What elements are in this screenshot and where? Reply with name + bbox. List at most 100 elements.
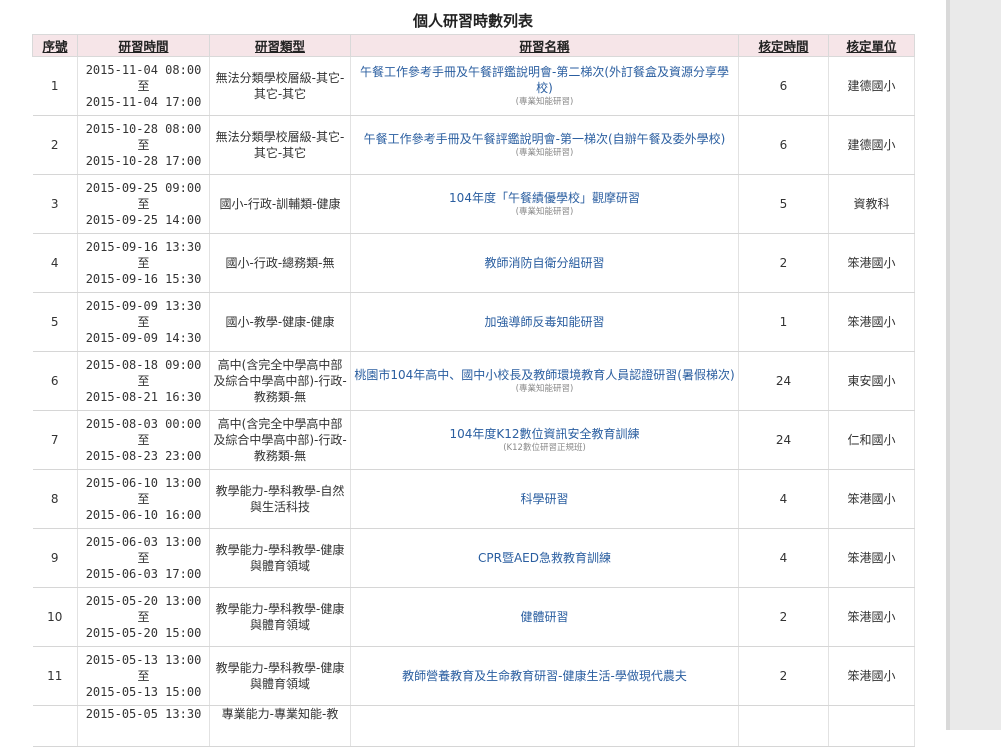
course-type-label: (專業知能研習) <box>515 207 574 217</box>
row-hours: 2 <box>738 646 829 706</box>
row-category: 國小-行政-總務類-無 <box>209 233 351 293</box>
course-name-link[interactable]: 104年度「午餐績優學校」觀摩研習 <box>354 190 735 206</box>
time-separator: 至 <box>137 610 150 624</box>
time-end: 2015-09-16 15:30 <box>85 272 202 286</box>
row-time: 2015-05-05 13:30 <box>77 705 210 747</box>
row-course <box>350 705 739 747</box>
row-category: 高中(含完全中學高中部及綜合中學高中部)-行政-教務類-無 <box>209 410 351 470</box>
row-time: 2015-08-03 00:00 至 2015-08-23 23:00 <box>77 410 210 470</box>
time-separator: 至 <box>137 138 150 152</box>
row-course: 加強導師反毒知能研習 <box>350 292 739 352</box>
time-start: 2015-05-20 13:00 <box>85 594 202 608</box>
time-start: 2015-06-03 13:00 <box>85 535 202 549</box>
time-end: 2015-05-13 15:00 <box>85 685 202 699</box>
column-header-time[interactable]: 研習時間 <box>77 34 210 57</box>
row-category: 無法分類學校層級-其它-其它-其它 <box>209 115 351 175</box>
row-unit: 笨港國小 <box>828 292 915 352</box>
time-start: 2015-09-09 13:30 <box>85 299 202 313</box>
row-unit: 建德國小 <box>828 56 915 116</box>
row-course: 健體研習 <box>350 587 739 647</box>
course-name-link[interactable]: 教師消防自衛分組研習 <box>354 255 735 271</box>
table-row: 11 2015-05-13 13:00 至 2015-05-13 15:00 教學能力-… <box>32 646 915 706</box>
row-seq: 3 <box>32 174 78 234</box>
row-category: 教學能力-學科教學-健康與體育領域 <box>209 646 351 706</box>
row-unit: 東安國小 <box>828 351 915 411</box>
row-course: 104年度「午餐績優學校」觀摩研習 (專業知能研習) <box>350 174 739 234</box>
course-name-link[interactable]: 104年度K12數位資訊安全教育訓練 <box>354 426 735 442</box>
time-start: 2015-06-10 13:00 <box>85 476 202 490</box>
row-unit: 仁和國小 <box>828 410 915 470</box>
column-header-unit[interactable]: 核定單位 <box>828 34 915 57</box>
row-course: 科學研習 <box>350 469 739 529</box>
time-separator: 至 <box>137 79 150 93</box>
row-unit <box>828 705 915 747</box>
course-name-link[interactable]: 桃園市104年高中、國中小校長及教師環境教育人員認證研習(暑假梯次) <box>354 367 735 383</box>
row-seq: 10 <box>32 587 78 647</box>
time-start: 2015-09-25 09:00 <box>85 181 202 195</box>
row-seq: 1 <box>32 56 78 116</box>
time-separator: 至 <box>137 433 150 447</box>
time-end: 2015-09-25 14:00 <box>85 213 202 227</box>
table-row: 2015-05-05 13:30 專業能力-專業知能-教 <box>32 705 915 747</box>
training-hours-table: 序號 研習時間 研習類型 研習名稱 核定時間 核定單位 1 2015-11-04 … <box>32 34 915 747</box>
table-header-row: 序號 研習時間 研習類型 研習名稱 核定時間 核定單位 <box>32 34 915 57</box>
time-end: 2015-08-23 23:00 <box>85 449 202 463</box>
time-start: 2015-05-13 13:00 <box>85 653 202 667</box>
row-seq: 7 <box>32 410 78 470</box>
time-start: 2015-05-05 13:30 <box>85 707 202 721</box>
column-header-name[interactable]: 研習名稱 <box>350 34 739 57</box>
row-time: 2015-09-16 13:30 至 2015-09-16 15:30 <box>77 233 210 293</box>
table-row: 2 2015-10-28 08:00 至 2015-10-28 17:00 無法分類學校… <box>32 115 915 175</box>
row-course: CPR暨AED急救教育訓練 <box>350 528 739 588</box>
column-header-category[interactable]: 研習類型 <box>209 34 351 57</box>
row-time: 2015-06-10 13:00 至 2015-06-10 16:00 <box>77 469 210 529</box>
row-unit: 笨港國小 <box>828 646 915 706</box>
time-separator: 至 <box>137 315 150 329</box>
row-time: 2015-05-13 13:00 至 2015-05-13 15:00 <box>77 646 210 706</box>
row-seq <box>32 705 78 747</box>
row-hours <box>738 705 829 747</box>
time-separator: 至 <box>137 374 150 388</box>
row-time: 2015-09-09 13:30 至 2015-09-09 14:30 <box>77 292 210 352</box>
time-start: 2015-11-04 08:00 <box>85 63 202 77</box>
row-course: 桃園市104年高中、國中小校長及教師環境教育人員認證研習(暑假梯次) (專業知能研… <box>350 351 739 411</box>
row-time: 2015-11-04 08:00 至 2015-11-04 17:00 <box>77 56 210 116</box>
table-row: 9 2015-06-03 13:00 至 2015-06-03 17:00 教學能力-學… <box>32 528 915 588</box>
row-category: 教學能力-學科教學-自然與生活科技 <box>209 469 351 529</box>
row-course: 104年度K12數位資訊安全教育訓練 (K12數位研習正規班) <box>350 410 739 470</box>
course-name-link[interactable]: 健體研習 <box>354 609 735 625</box>
row-unit: 笨港國小 <box>828 469 915 529</box>
row-course: 午餐工作參考手冊及午餐評鑑說明會-第一梯次(自辦午餐及委外學校) (專業知能研習) <box>350 115 739 175</box>
time-start: 2015-10-28 08:00 <box>85 122 202 136</box>
column-header-seq[interactable]: 序號 <box>32 34 78 57</box>
row-hours: 24 <box>738 351 829 411</box>
row-category: 國小-教學-健康-健康 <box>209 292 351 352</box>
time-end: 2015-06-03 17:00 <box>85 567 202 581</box>
row-course: 教師消防自衛分組研習 <box>350 233 739 293</box>
course-name-link[interactable]: 科學研習 <box>354 491 735 507</box>
time-start: 2015-08-18 09:00 <box>85 358 202 372</box>
row-category: 無法分類學校層級-其它-其它-其它 <box>209 56 351 116</box>
scrollbar-edge[interactable] <box>946 0 950 730</box>
page-title: 個人研習時數列表 <box>412 12 533 30</box>
time-end: 2015-10-28 17:00 <box>85 154 202 168</box>
window-right-gutter <box>946 0 1001 730</box>
time-separator: 至 <box>137 197 150 211</box>
time-start: 2015-08-03 00:00 <box>85 417 202 431</box>
row-category: 高中(含完全中學高中部及綜合中學高中部)-行政-教務類-無 <box>209 351 351 411</box>
course-name-link[interactable]: 教師營養教育及生命教育研習-健康生活-學做現代農夫 <box>354 668 735 684</box>
course-name-link[interactable]: 午餐工作參考手冊及午餐評鑑說明會-第二梯次(外訂餐盒及資源分享學校) <box>354 64 735 96</box>
row-hours: 4 <box>738 469 829 529</box>
row-unit: 笨港國小 <box>828 233 915 293</box>
course-name-link[interactable]: 午餐工作參考手冊及午餐評鑑說明會-第一梯次(自辦午餐及委外學校) <box>354 131 735 147</box>
table-row: 1 2015-11-04 08:00 至 2015-11-04 17:00 無法分類學校… <box>32 56 915 116</box>
row-hours: 2 <box>738 587 829 647</box>
row-course: 午餐工作參考手冊及午餐評鑑說明會-第二梯次(外訂餐盒及資源分享學校) (專業知能研… <box>350 56 739 116</box>
time-start: 2015-09-16 13:30 <box>85 240 202 254</box>
row-seq: 4 <box>32 233 78 293</box>
column-header-hours[interactable]: 核定時間 <box>738 34 829 57</box>
course-name-link[interactable]: CPR暨AED急救教育訓練 <box>354 550 735 566</box>
course-name-link[interactable]: 加強導師反毒知能研習 <box>354 314 735 330</box>
time-separator: 至 <box>137 256 150 270</box>
time-end: 2015-06-10 16:00 <box>85 508 202 522</box>
